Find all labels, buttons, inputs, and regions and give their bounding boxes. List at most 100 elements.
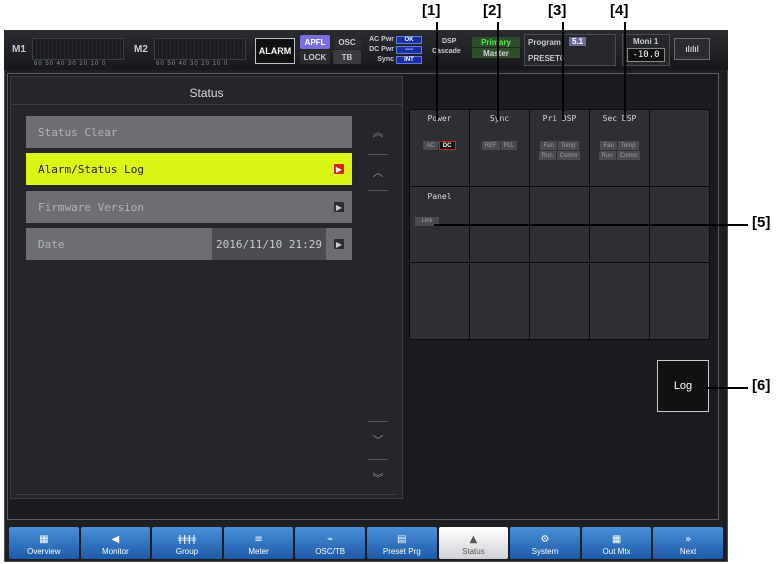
callout-5: [5] [752,214,771,231]
osc-button[interactable]: OSC [333,35,361,49]
scroll-bottom-icon[interactable]: ︾ [368,470,388,486]
pri-dsp-title: Pri DSP [542,114,577,123]
scroll-up-icon[interactable]: ︿ [368,164,388,180]
scroll-divider [368,190,388,191]
date-item[interactable]: Date 2016/11/10 21:29 ▶ [26,228,352,260]
ac-pwr-label: AC Pwr [369,36,394,43]
gear-icon: ⚙ [540,534,550,545]
program-format: 5.1 [569,37,587,46]
status-panel-title: Status [189,86,224,100]
pll-indicator: PLL [500,141,518,150]
empty-cell [650,263,709,339]
sec-temp-indicator: Temp [617,141,639,150]
speaker-icon: ◀ [111,534,120,545]
empty-cell [530,263,589,339]
callout-3: [3] [548,2,567,19]
callout-4-line [624,22,626,120]
sync-label: Sync [377,56,394,63]
empty-cell [590,263,649,339]
sec-dsp-title: Sec DSP [602,114,637,123]
sec-run-indicator: Run [598,151,616,160]
scroll-divider [368,154,388,155]
sync-status: INT [396,56,422,64]
callout-6-line [705,387,748,389]
alarm-status-log-item[interactable]: Alarm/Status Log ▶ [26,153,352,185]
bottom-nav: ▦ Overview ◀ Monitor ǂǂǂǂ Group ≡ Meter ⌁ OSC… [7,525,725,561]
meter-m1-label: M1 [12,44,26,55]
nav-label: Next [679,547,697,556]
title-divider [10,104,403,105]
ac-indicator: AC [423,141,438,150]
meter-m2 [154,38,246,60]
meter-m2-scale: 60 50 40 30 20 10 0 [156,61,229,67]
scroll-divider [368,421,388,422]
dc-pwr-label: DC Pwr [369,46,394,53]
nav-status[interactable]: ▲ Status [438,527,509,559]
dc-indicator: DC [438,141,456,150]
sec-fan-indicator: Fan [600,141,617,150]
oscillator-icon: ⌁ [327,534,334,545]
scroll-down-icon[interactable]: ﹀ [368,432,388,448]
status-clear-label: Status Clear [38,125,118,139]
power-indicators: AC DC [410,141,469,150]
nav-label: Meter [248,547,269,556]
moni-level: -10.0 [627,48,665,62]
dsp-primary-indicator: Primary [472,37,520,47]
sec-dsp-indicators-1: Fan Temp [590,141,649,150]
lock-button[interactable]: LOCK [300,50,330,64]
nav-label: System [531,547,559,556]
alarm-status-log-label: Alarm/Status Log [38,162,144,176]
status-clear-item[interactable]: Status Clear [26,116,352,148]
nav-out-mtx[interactable]: ▦ Out Mtx [581,527,652,559]
sec-dsp-indicators-2: Run Comm [590,151,649,160]
program-label: Program [528,38,561,47]
callout-6: [6] [752,377,771,394]
nav-osc-tb[interactable]: ⌁ OSC/TB [295,527,365,559]
meter-m2-label: M2 [134,44,148,55]
nav-label: OSC/TB [315,547,346,556]
log-button[interactable]: Log [657,360,709,412]
moni-label: Moni 1 [633,37,659,46]
meter-view-button[interactable]: ılılıl [674,38,710,60]
apfl-indicator[interactable]: APFL [300,35,330,49]
pri-run-indicator: Run [538,151,556,160]
pri-dsp-indicators-1: Fan Temp [530,141,589,150]
callout-5-line [434,224,748,226]
chevron-double-right-icon: » [685,534,692,545]
callout-4: [4] [610,2,629,19]
ac-pwr-status: OK [396,36,422,44]
tb-button[interactable]: TB [333,50,361,64]
nav-group[interactable]: ǂǂǂǂ Group [152,527,222,559]
power-title: Power [427,114,452,123]
sec-comm-indicator: Comm [616,151,641,160]
nav-overview[interactable]: ▦ Overview [9,527,79,559]
program-name: PRESET0 [528,54,565,63]
alarm-button[interactable]: ALARM [255,38,295,64]
nav-preset-prg[interactable]: ▤ Preset Prg [366,527,437,559]
sync-cell: Sync REF PLL [470,110,529,186]
callout-1: [1] [422,2,441,19]
pri-fan-indicator: Fan [540,141,557,150]
monitor-display[interactable]: Moni 1 -10.0 [622,34,670,66]
program-display[interactable]: Program 5.1 PRESET0 [524,34,616,66]
nav-next[interactable]: » Next [653,527,723,559]
dsp-master-indicator: Master [472,48,520,58]
screen: M1 60 50 40 30 20 10 0 M2 60 50 40 30 20… [0,0,780,564]
callout-2: [2] [483,2,502,19]
chevron-right-icon: ▶ [334,239,344,249]
callout-2-line [497,22,499,120]
nav-monitor[interactable]: ◀ Monitor [80,527,151,559]
nav-meter[interactable]: ≡ Meter [223,527,294,559]
nav-label: Out Mtx [602,547,631,556]
nav-label: Status [462,547,485,556]
scroll-top-icon[interactable]: ︽ [368,124,388,140]
pri-comm-indicator: Comm [556,151,581,160]
matrix-icon: ▦ [611,534,622,545]
empty-cell [470,263,529,339]
firmware-version-item[interactable]: Firmware Version ▶ [26,191,352,223]
nav-system[interactable]: ⚙ System [510,527,580,559]
group-icon: ǂǂǂǂ [177,534,197,545]
overview-icon: ▦ [39,534,49,545]
empty-cell [650,110,709,186]
nav-label: Preset Prg [382,547,421,556]
